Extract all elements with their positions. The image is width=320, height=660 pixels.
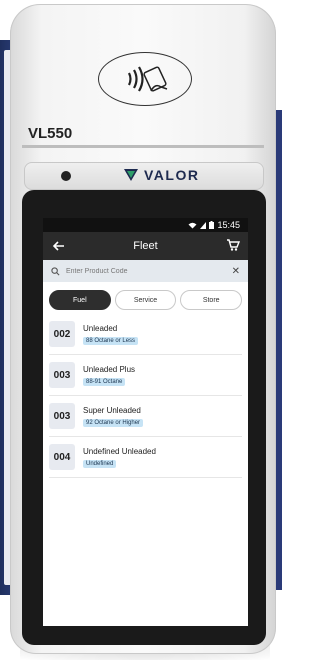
product-item[interactable]: 003 Super Unleaded 92 Octane or Higher — [49, 396, 242, 437]
product-code: 003 — [49, 362, 75, 388]
close-icon[interactable]: ✕ — [232, 266, 240, 277]
product-code: 003 — [49, 403, 75, 429]
contactless-icon — [127, 66, 168, 92]
app-bar: Fleet — [43, 232, 248, 260]
product-code-input[interactable] — [66, 267, 226, 275]
brand-bar: VALOR — [24, 162, 264, 190]
product-code: 002 — [49, 321, 75, 347]
page-title: Fleet — [133, 240, 158, 252]
signal-icon — [200, 221, 207, 229]
product-item[interactable]: 003 Unleaded Plus 88-91 Octane — [49, 355, 242, 396]
product-list: 002 Unleaded 88 Octane or Less 003 Unlea… — [43, 310, 248, 478]
octane-badge: 88 Octane or Less — [83, 336, 139, 345]
tab-store[interactable]: Store — [180, 290, 243, 310]
cart-icon[interactable] — [226, 238, 240, 252]
screen: 15:45 Fleet ✕ Fuel Service Store 002 Unl… — [43, 218, 248, 626]
brand-name: VALOR — [144, 167, 200, 183]
product-name: Undefined Unleaded — [83, 446, 156, 456]
product-name: Unleaded — [83, 323, 118, 333]
clock: 15:45 — [217, 220, 240, 230]
product-item[interactable]: 002 Unleaded 88 Octane or Less — [49, 314, 242, 355]
product-name: Unleaded Plus — [83, 364, 136, 374]
arrow-left-icon[interactable] — [51, 238, 67, 254]
model-label: VL550 — [28, 125, 73, 142]
brand-logo: VALOR — [123, 167, 199, 183]
device-ridge — [22, 145, 264, 148]
category-tabs: Fuel Service Store — [43, 282, 248, 310]
tab-fuel[interactable]: Fuel — [49, 290, 111, 310]
camera — [61, 171, 71, 181]
product-code: 004 — [49, 444, 75, 470]
contactless-reader — [98, 52, 192, 106]
product-item[interactable]: 004 Undefined Unleaded Undefined — [49, 437, 242, 478]
search-icon — [51, 266, 60, 275]
octane-badge: 88-91 Octane — [83, 377, 126, 386]
battery-icon — [209, 221, 215, 229]
product-name: Super Unleaded — [83, 405, 141, 415]
octane-badge: Undefined — [83, 459, 117, 468]
wifi-icon — [188, 222, 197, 228]
search-bar: ✕ — [43, 260, 248, 282]
valor-shield-icon — [124, 169, 138, 181]
tab-service[interactable]: Service — [114, 290, 177, 310]
octane-badge: 92 Octane or Higher — [83, 418, 144, 427]
status-bar: 15:45 — [43, 218, 248, 232]
